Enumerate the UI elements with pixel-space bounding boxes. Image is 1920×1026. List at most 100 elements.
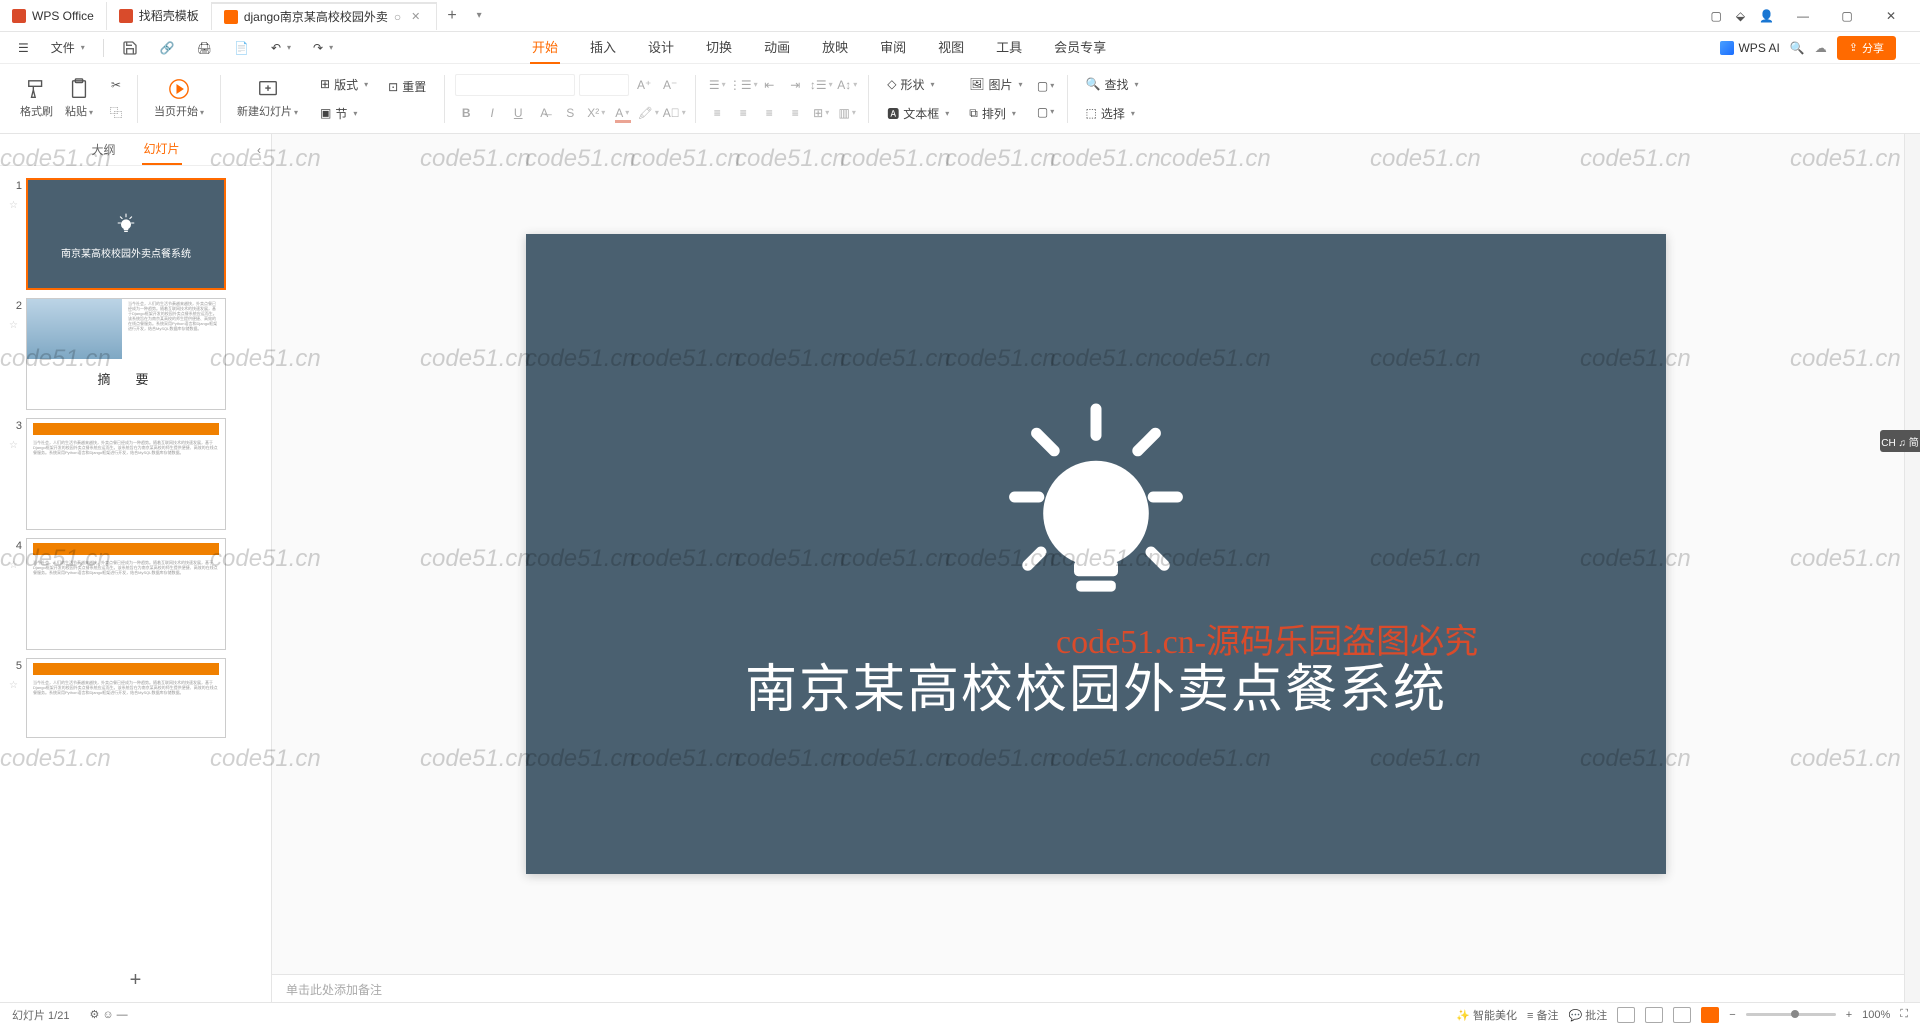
tab-menu-dropdown[interactable]: ▾ — [467, 10, 492, 21]
link-button[interactable]: 🔗 — [152, 37, 183, 59]
text-direction-button[interactable]: A↕▾ — [836, 74, 858, 96]
slideshow-view-button[interactable] — [1701, 1007, 1719, 1023]
normal-view-button[interactable] — [1617, 1007, 1635, 1023]
reset-button[interactable]: ⊡ 重置 — [380, 74, 434, 99]
zoom-value[interactable]: 100% — [1862, 1009, 1890, 1021]
star-icon[interactable]: ☆ — [9, 436, 21, 451]
clear-format-button[interactable]: A⃠▾ — [663, 102, 685, 124]
align-left-button[interactable]: ≡ — [706, 102, 728, 124]
slide-thumbnail-5[interactable]: 当今社会，人们的生活节奏越来越快，外卖点餐已经成为一种趋势。随着互联网技术的快速… — [26, 658, 226, 738]
highlight-button[interactable]: 🖍▾ — [637, 102, 659, 124]
star-icon[interactable]: ☆ — [9, 676, 21, 691]
reading-view-button[interactable] — [1673, 1007, 1691, 1023]
format-brush-button[interactable]: 格式刷 — [14, 78, 59, 119]
file-menu[interactable]: 文件▾ — [43, 35, 93, 60]
increase-indent-button[interactable]: ⇥ — [784, 74, 806, 96]
cube-icon[interactable]: ⬙ — [1736, 9, 1745, 23]
slide-thumbnail-4[interactable]: 当今社会，人们的生活节奏越来越快，外卖点餐已经成为一种趋势。随着互联网技术的快速… — [26, 538, 226, 650]
tab-tools[interactable]: 工具 — [994, 31, 1024, 64]
decrease-font-button[interactable]: A⁻ — [659, 74, 681, 96]
underline-button[interactable]: U — [507, 102, 529, 124]
font-color-button[interactable]: A▾ — [611, 102, 633, 124]
decrease-indent-button[interactable]: ⇤ — [758, 74, 780, 96]
tab-slideshow[interactable]: 放映 — [820, 31, 850, 64]
italic-button[interactable]: I — [481, 102, 503, 124]
wps-ai-button[interactable]: WPS AI — [1720, 41, 1779, 55]
close-tab-icon[interactable]: ✕ — [407, 10, 424, 23]
zoom-in-button[interactable]: + — [1846, 1009, 1852, 1021]
textbox-dropdown[interactable]: 🅰 文本框▾ — [879, 101, 957, 126]
star-icon[interactable]: ☆ — [9, 196, 21, 211]
zoom-slider[interactable] — [1746, 1013, 1836, 1016]
line-spacing-button[interactable]: ↕☰▾ — [810, 74, 832, 96]
add-slide-button[interactable]: + — [0, 959, 271, 1002]
cloud-sync-icon[interactable]: ☁ — [1815, 41, 1827, 55]
current-slide[interactable]: code51.cn-源码乐园盗图必究 南京某高校校园外卖点餐系统 — [526, 234, 1666, 874]
notes-toggle[interactable]: ≡ 备注 — [1527, 1007, 1558, 1023]
copy-button[interactable]: ⿻ — [105, 102, 127, 124]
vertical-scrollbar[interactable] — [1904, 134, 1920, 1002]
slide-thumbnail-2[interactable]: 当今社会，人们的生活节奏越来越快，外卖点餐已经成为一种趋势。随着互联网技术的快速… — [26, 298, 226, 410]
arrange-dropdown[interactable]: ⧉ 排列▾ — [961, 101, 1024, 126]
bullets-button[interactable]: ☰▾ — [706, 74, 728, 96]
align-right-button[interactable]: ≡ — [758, 102, 780, 124]
tab-wps-home[interactable]: WPS Office — [0, 2, 107, 30]
hamburger-menu[interactable]: ☰ — [10, 37, 37, 59]
sorter-view-button[interactable] — [1645, 1007, 1663, 1023]
fill-color-button[interactable]: ▢▾ — [1035, 75, 1057, 97]
tab-start[interactable]: 开始 — [530, 31, 560, 64]
notes-pane[interactable]: 单击此处添加备注 — [272, 974, 1920, 1002]
search-icon[interactable]: 🔍 — [1790, 41, 1805, 55]
align-justify-button[interactable]: ≡ — [784, 102, 806, 124]
zoom-out-button[interactable]: − — [1729, 1009, 1735, 1021]
strike-button[interactable]: A̶ — [533, 102, 555, 124]
find-button[interactable]: 🔍 查找▾ — [1078, 72, 1147, 97]
save-button[interactable] — [114, 36, 146, 60]
tab-member[interactable]: 会员专享 — [1052, 31, 1108, 64]
add-tab-button[interactable]: + — [437, 7, 466, 25]
columns-button[interactable]: ▥▾ — [836, 102, 858, 124]
collapse-panel-icon[interactable]: ‹ — [257, 143, 261, 157]
increase-font-button[interactable]: A⁺ — [633, 74, 655, 96]
tab-current-doc[interactable]: django南京某高校校园外卖 ○ ✕ — [212, 2, 438, 30]
tab-templates[interactable]: 找稻壳模板 — [107, 2, 212, 30]
bold-button[interactable]: B — [455, 102, 477, 124]
star-icon[interactable]: ☆ — [9, 556, 21, 571]
slide-thumbnail-3[interactable]: 当今社会，人们的生活节奏越来越快，外卖点餐已经成为一种趋势。随着互联网技术的快速… — [26, 418, 226, 530]
ime-indicator[interactable]: CH ♫ 简 — [1880, 430, 1920, 452]
window-stack-icon[interactable]: ▢ — [1710, 9, 1721, 23]
fit-screen-button[interactable]: ⛶ — [1900, 1008, 1908, 1021]
minimize-button[interactable]: — — [1788, 9, 1818, 23]
outline-tab[interactable]: 大纲 — [89, 135, 117, 164]
strikethrough-button[interactable]: S — [559, 102, 581, 124]
layout-dropdown[interactable]: ⊞ 版式▾ — [312, 72, 376, 97]
comments-toggle[interactable]: 💬 批注 — [1569, 1007, 1608, 1023]
select-dropdown[interactable]: ⬚ 选择▾ — [1078, 101, 1143, 126]
maximize-button[interactable]: ▢ — [1832, 9, 1862, 23]
star-icon[interactable]: ☆ — [9, 316, 21, 331]
print-button[interactable]: 🖨 — [189, 37, 220, 59]
section-dropdown[interactable]: ▣ 节▾ — [312, 101, 365, 126]
tab-insert[interactable]: 插入 — [588, 31, 618, 64]
undo-button[interactable]: ↶▾ — [263, 37, 299, 59]
tab-view[interactable]: 视图 — [936, 31, 966, 64]
preview-button[interactable]: 📄 — [226, 37, 257, 59]
new-slide-button[interactable]: 新建幻灯片▾ — [231, 78, 304, 119]
outline-button[interactable]: ▢▾ — [1035, 101, 1057, 123]
canvas-viewport[interactable]: code51.cn-源码乐园盗图必究 南京某高校校园外卖点餐系统 — [272, 134, 1920, 974]
font-family-select[interactable] — [455, 74, 575, 96]
superscript-button[interactable]: X²▾ — [585, 102, 607, 124]
tab-design[interactable]: 设计 — [646, 31, 676, 64]
distribute-button[interactable]: ⊞▾ — [810, 102, 832, 124]
paste-button[interactable]: 粘贴▾ — [59, 78, 99, 119]
tab-review[interactable]: 审阅 — [878, 31, 908, 64]
numbering-button[interactable]: ⋮☰▾ — [732, 74, 754, 96]
smart-beautify-button[interactable]: ✨ 智能美化 — [1456, 1007, 1517, 1023]
slides-tab[interactable]: 幻灯片 — [142, 134, 182, 165]
redo-button[interactable]: ↷▾ — [305, 37, 341, 59]
tab-animation[interactable]: 动画 — [762, 31, 792, 64]
close-window-button[interactable]: ✕ — [1876, 9, 1906, 23]
tab-transition[interactable]: 切换 — [704, 31, 734, 64]
font-size-select[interactable] — [579, 74, 629, 96]
slide-thumbnail-1[interactable]: 南京某高校校园外卖点餐系统 — [26, 178, 226, 290]
